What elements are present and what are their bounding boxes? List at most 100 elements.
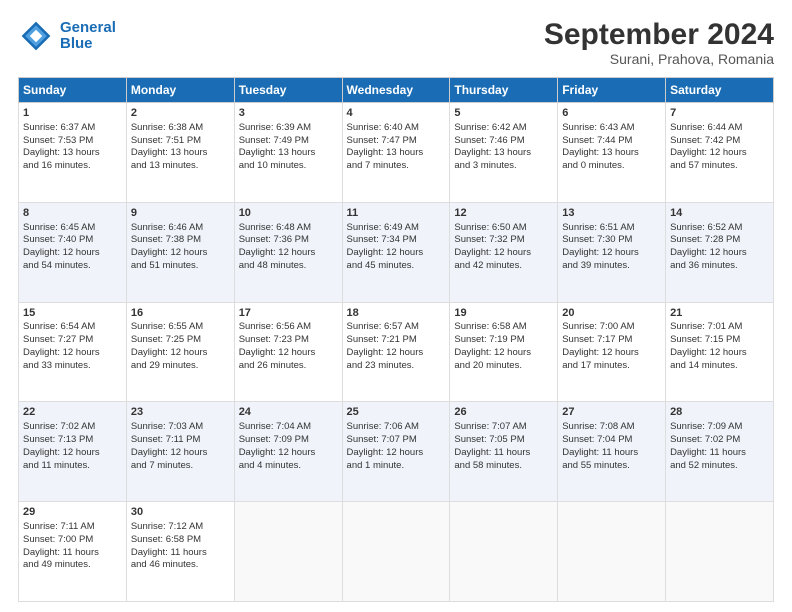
day-info: and 13 minutes. — [131, 160, 230, 173]
col-sunday: Sunday — [19, 78, 127, 103]
cell-week3-day0: 15Sunrise: 6:54 AMSunset: 7:27 PMDayligh… — [19, 302, 127, 402]
day-info: Sunset: 7:46 PM — [454, 135, 553, 148]
day-info: Daylight: 12 hours — [131, 347, 230, 360]
day-info: Daylight: 12 hours — [670, 247, 769, 260]
cell-week1-day5: 6Sunrise: 6:43 AMSunset: 7:44 PMDaylight… — [558, 103, 666, 203]
cell-week4-day6: 28Sunrise: 7:09 AMSunset: 7:02 PMDayligh… — [666, 402, 774, 502]
logo-icon — [18, 18, 54, 54]
day-info: and 0 minutes. — [562, 160, 661, 173]
day-number: 28 — [670, 405, 769, 420]
cell-week5-day2 — [234, 502, 342, 602]
day-number: 9 — [131, 206, 230, 221]
day-number: 12 — [454, 206, 553, 221]
day-info: Sunrise: 6:52 AM — [670, 222, 769, 235]
day-info: Daylight: 12 hours — [23, 447, 122, 460]
day-info: Sunset: 7:28 PM — [670, 234, 769, 247]
cell-week2-day5: 13Sunrise: 6:51 AMSunset: 7:30 PMDayligh… — [558, 202, 666, 302]
day-number: 23 — [131, 405, 230, 420]
day-info: Sunset: 7:51 PM — [131, 135, 230, 148]
day-info: Sunset: 7:32 PM — [454, 234, 553, 247]
day-info: and 1 minute. — [347, 460, 446, 473]
day-number: 22 — [23, 405, 122, 420]
day-number: 5 — [454, 106, 553, 121]
logo-text: General Blue — [60, 20, 116, 53]
cell-week4-day2: 24Sunrise: 7:04 AMSunset: 7:09 PMDayligh… — [234, 402, 342, 502]
day-info: Daylight: 11 hours — [670, 447, 769, 460]
day-info: and 54 minutes. — [23, 260, 122, 273]
day-info: Daylight: 12 hours — [239, 447, 338, 460]
day-info: Sunset: 7:04 PM — [562, 434, 661, 447]
cell-week2-day2: 10Sunrise: 6:48 AMSunset: 7:36 PMDayligh… — [234, 202, 342, 302]
day-info: and 33 minutes. — [23, 360, 122, 373]
day-info: Sunrise: 7:09 AM — [670, 421, 769, 434]
day-number: 17 — [239, 306, 338, 321]
col-friday: Friday — [558, 78, 666, 103]
day-info: Sunrise: 6:48 AM — [239, 222, 338, 235]
cell-week1-day0: 1Sunrise: 6:37 AMSunset: 7:53 PMDaylight… — [19, 103, 127, 203]
day-number: 30 — [131, 505, 230, 520]
day-info: and 39 minutes. — [562, 260, 661, 273]
header-row: SundayMondayTuesdayWednesdayThursdayFrid… — [19, 78, 774, 103]
day-info: Daylight: 12 hours — [23, 347, 122, 360]
day-info: Daylight: 12 hours — [454, 347, 553, 360]
cell-week4-day3: 25Sunrise: 7:06 AMSunset: 7:07 PMDayligh… — [342, 402, 450, 502]
day-info: Daylight: 12 hours — [239, 247, 338, 260]
day-info: Sunset: 7:36 PM — [239, 234, 338, 247]
day-info: and 23 minutes. — [347, 360, 446, 373]
day-info: Sunrise: 6:51 AM — [562, 222, 661, 235]
cell-week3-day6: 21Sunrise: 7:01 AMSunset: 7:15 PMDayligh… — [666, 302, 774, 402]
day-info: and 55 minutes. — [562, 460, 661, 473]
day-info: and 29 minutes. — [131, 360, 230, 373]
day-info: Daylight: 12 hours — [670, 147, 769, 160]
day-info: Sunrise: 6:50 AM — [454, 222, 553, 235]
day-info: Sunset: 7:07 PM — [347, 434, 446, 447]
day-info: Daylight: 12 hours — [347, 447, 446, 460]
cell-week5-day6 — [666, 502, 774, 602]
day-info: Daylight: 12 hours — [23, 247, 122, 260]
day-info: and 36 minutes. — [670, 260, 769, 273]
cell-week3-day5: 20Sunrise: 7:00 AMSunset: 7:17 PMDayligh… — [558, 302, 666, 402]
day-info: Sunset: 7:34 PM — [347, 234, 446, 247]
day-info: Daylight: 13 hours — [23, 147, 122, 160]
day-info: Sunset: 7:40 PM — [23, 234, 122, 247]
day-info: and 49 minutes. — [23, 559, 122, 572]
day-number: 8 — [23, 206, 122, 221]
day-info: and 7 minutes. — [347, 160, 446, 173]
day-info: and 3 minutes. — [454, 160, 553, 173]
day-number: 21 — [670, 306, 769, 321]
day-info: Sunset: 7:00 PM — [23, 534, 122, 547]
page: General Blue September 2024 Surani, Prah… — [0, 0, 792, 612]
day-info: Sunrise: 7:08 AM — [562, 421, 661, 434]
month-title: September 2024 — [544, 18, 774, 51]
day-number: 18 — [347, 306, 446, 321]
day-info: Sunrise: 7:11 AM — [23, 521, 122, 534]
day-info: and 45 minutes. — [347, 260, 446, 273]
cell-week1-day6: 7Sunrise: 6:44 AMSunset: 7:42 PMDaylight… — [666, 103, 774, 203]
day-info: Daylight: 11 hours — [23, 547, 122, 560]
day-info: Sunrise: 6:43 AM — [562, 122, 661, 135]
logo-blue: Blue — [60, 35, 93, 52]
day-info: Daylight: 12 hours — [347, 247, 446, 260]
day-info: Daylight: 12 hours — [131, 247, 230, 260]
day-info: and 42 minutes. — [454, 260, 553, 273]
cell-week3-day4: 19Sunrise: 6:58 AMSunset: 7:19 PMDayligh… — [450, 302, 558, 402]
day-info: Sunrise: 6:56 AM — [239, 321, 338, 334]
day-info: Sunset: 7:49 PM — [239, 135, 338, 148]
day-info: Sunset: 7:05 PM — [454, 434, 553, 447]
day-info: Sunrise: 6:37 AM — [23, 122, 122, 135]
week-row-1: 1Sunrise: 6:37 AMSunset: 7:53 PMDaylight… — [19, 103, 774, 203]
day-number: 29 — [23, 505, 122, 520]
day-info: and 10 minutes. — [239, 160, 338, 173]
cell-week1-day1: 2Sunrise: 6:38 AMSunset: 7:51 PMDaylight… — [126, 103, 234, 203]
day-info: Sunrise: 7:04 AM — [239, 421, 338, 434]
day-number: 11 — [347, 206, 446, 221]
day-info: Daylight: 11 hours — [131, 547, 230, 560]
logo: General Blue — [18, 18, 116, 54]
day-number: 19 — [454, 306, 553, 321]
day-number: 16 — [131, 306, 230, 321]
day-info: Sunrise: 6:45 AM — [23, 222, 122, 235]
day-info: and 52 minutes. — [670, 460, 769, 473]
day-number: 15 — [23, 306, 122, 321]
col-thursday: Thursday — [450, 78, 558, 103]
day-info: Daylight: 12 hours — [562, 247, 661, 260]
